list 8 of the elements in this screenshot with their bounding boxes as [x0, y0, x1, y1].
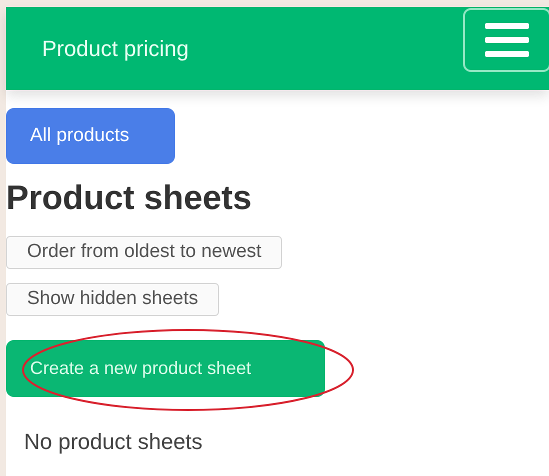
page-heading: Product sheets	[6, 178, 252, 219]
all-products-button[interactable]: All products	[6, 108, 175, 164]
option-button[interactable]: Show hidden sheets	[6, 283, 220, 316]
empty-message: No product sheets	[24, 428, 203, 456]
menu-button[interactable]	[463, 8, 549, 72]
menu-icon	[485, 21, 529, 59]
navbar-title: Product pricing	[42, 35, 189, 63]
option-button[interactable]: Order from oldest to newest	[6, 236, 282, 269]
